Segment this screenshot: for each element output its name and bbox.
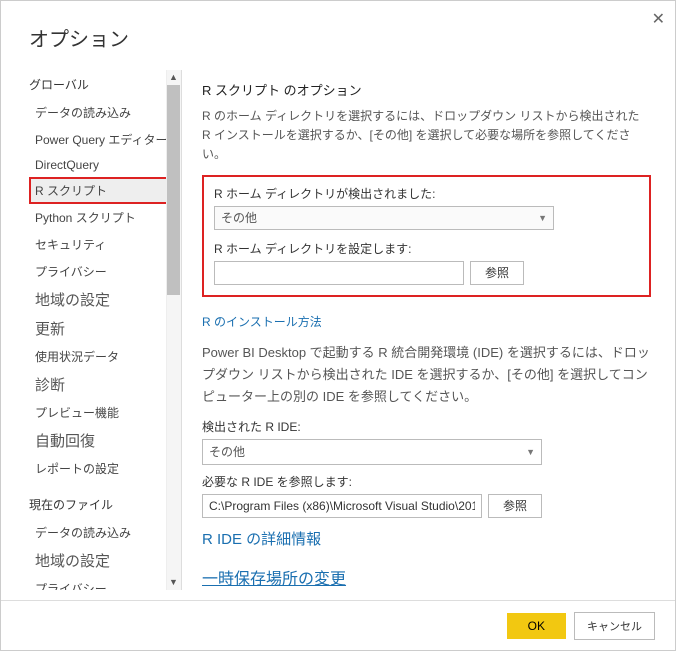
chevron-down-icon: ▼ — [526, 447, 535, 457]
sidebar-item-usage-data[interactable]: 使用状況データ — [29, 343, 181, 370]
chevron-down-icon: ▼ — [538, 213, 547, 223]
ide-select-value: その他 — [209, 443, 245, 460]
sidebar-item-power-query[interactable]: Power Query エディター — [29, 126, 181, 153]
scroll-down-icon[interactable]: ▼ — [166, 575, 181, 590]
sidebar-item-regional[interactable]: 地域の設定 — [29, 285, 181, 314]
r-install-link[interactable]: R のインストール方法 — [202, 313, 322, 330]
sidebar-item-diagnostics[interactable]: 診断 — [29, 370, 181, 399]
sidebar-item-privacy[interactable]: プライバシー — [29, 258, 181, 285]
cancel-button[interactable]: キャンセル — [574, 612, 655, 640]
sidebar: グローバル データの読み込み Power Query エディター DirectQ… — [1, 70, 181, 590]
dialog-footer: OK キャンセル — [1, 600, 675, 650]
temp-location-link[interactable]: 一時保存場所の変更 — [202, 565, 346, 589]
sidebar-section-global: グローバル — [29, 76, 181, 93]
ok-button[interactable]: OK — [507, 613, 566, 639]
r-home-highlight: R ホーム ディレクトリが検出されました: その他 ▼ R ホーム ディレクトリ… — [202, 175, 651, 297]
ide-detected-label: 検出された R IDE: — [202, 418, 651, 435]
ide-select[interactable]: その他 ▼ — [202, 439, 542, 465]
sidebar-item-file-data-load[interactable]: データの読み込み — [29, 519, 181, 546]
sidebar-item-autorecover[interactable]: 自動回復 — [29, 426, 181, 455]
sidebar-item-r-script[interactable]: R スクリプト — [29, 177, 181, 204]
close-button[interactable]: ✕ — [652, 9, 665, 29]
sidebar-item-file-regional[interactable]: 地域の設定 — [29, 546, 181, 575]
sidebar-item-report-settings[interactable]: レポートの設定 — [29, 455, 181, 482]
ide-description: Power BI Desktop で起動する R 統合開発環境 (IDE) を選… — [202, 342, 651, 408]
r-home-input[interactable] — [214, 261, 464, 285]
ide-path-input[interactable] — [202, 494, 482, 518]
ide-info-link[interactable]: R IDE の詳細情報 — [202, 528, 321, 549]
dialog-title: オプション — [1, 1, 675, 70]
r-home-browse-button[interactable]: 参照 — [470, 261, 524, 285]
content-description: R のホーム ディレクトリを選択するには、ドロップダウン リストから検出された … — [202, 107, 651, 165]
content-heading: R スクリプト のオプション — [202, 80, 651, 99]
sidebar-item-python-script[interactable]: Python スクリプト — [29, 204, 181, 231]
scroll-up-icon[interactable]: ▲ — [166, 70, 181, 85]
r-home-set-label: R ホーム ディレクトリを設定します: — [214, 240, 639, 257]
content-panel: R スクリプト のオプション R のホーム ディレクトリを選択するには、ドロップ… — [181, 70, 675, 590]
sidebar-scrollbar[interactable]: ▲ ▼ — [166, 70, 181, 590]
sidebar-item-update[interactable]: 更新 — [29, 314, 181, 343]
ide-required-label: 必要な R IDE を参照します: — [202, 473, 651, 490]
sidebar-section-current-file: 現在のファイル — [29, 496, 181, 513]
sidebar-item-file-privacy[interactable]: プライバシー — [29, 575, 181, 590]
scroll-thumb[interactable] — [167, 85, 180, 295]
r-home-select-value: その他 — [221, 209, 257, 226]
sidebar-item-preview[interactable]: プレビュー機能 — [29, 399, 181, 426]
sidebar-item-security[interactable]: セキュリティ — [29, 231, 181, 258]
r-home-select[interactable]: その他 ▼ — [214, 206, 554, 230]
sidebar-item-data-load[interactable]: データの読み込み — [29, 99, 181, 126]
sidebar-item-directquery[interactable]: DirectQuery — [29, 153, 181, 177]
r-home-detected-label: R ホーム ディレクトリが検出されました: — [214, 185, 639, 202]
ide-browse-button[interactable]: 参照 — [488, 494, 542, 518]
